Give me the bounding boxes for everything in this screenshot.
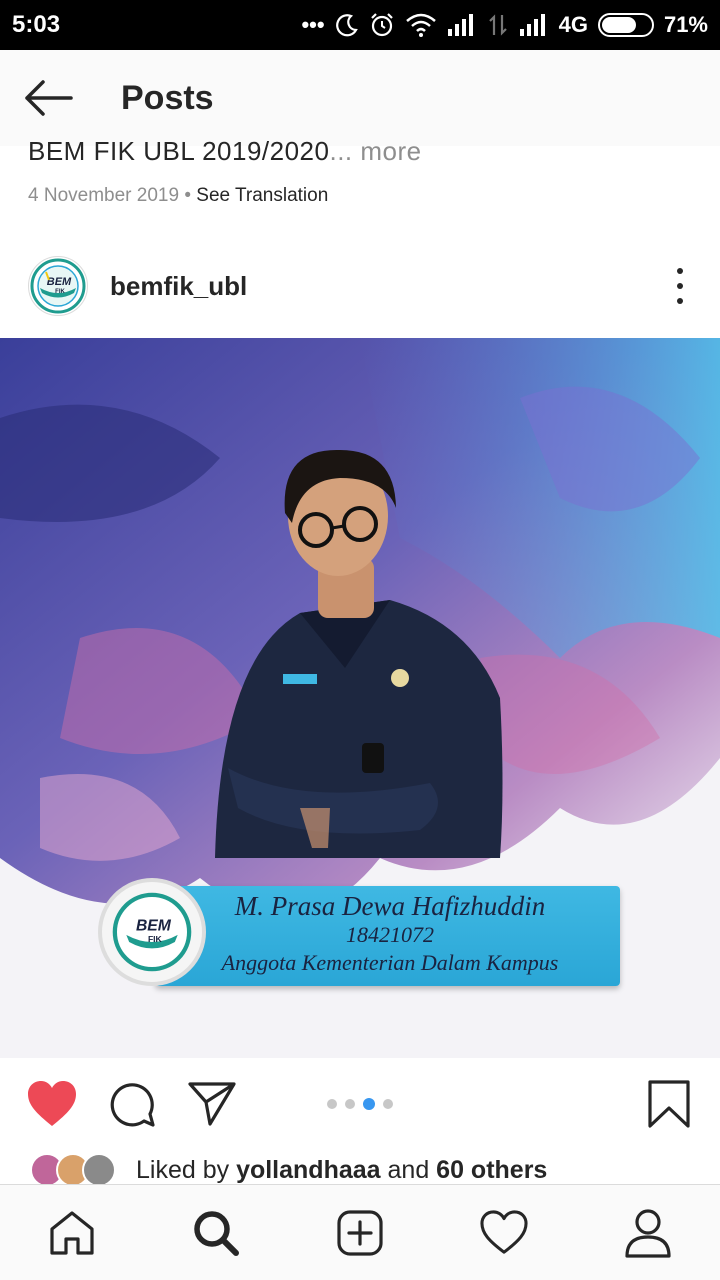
arrow-left-icon (25, 80, 73, 116)
previous-post-caption: BEM FIK UBL 2019/2020... more (28, 136, 422, 172)
back-button[interactable] (0, 50, 96, 146)
page-title: Posts (121, 78, 214, 117)
likes-middle: and (380, 1155, 437, 1184)
app-header: Posts (0, 50, 720, 146)
dot-icon (677, 298, 683, 304)
post-image[interactable]: BEM FIK M. Prasa Dewa Hafizhuddin 184210… (0, 338, 720, 1058)
bookmark-icon[interactable] (648, 1080, 690, 1128)
separator: • (179, 185, 197, 206)
person-role: Anggota Kementerian Dalam Kampus (221, 950, 559, 975)
more-link[interactable]: ... more (329, 136, 421, 166)
status-icons: ••• 4G 71% (301, 12, 708, 38)
alarm-icon (370, 13, 393, 37)
bottom-nav (0, 1184, 720, 1280)
likes-row[interactable]: Liked by yollandhaaa and 60 others (30, 1152, 547, 1188)
network-type: 4G (558, 12, 588, 37)
signal-icon (447, 14, 473, 36)
nav-home[interactable] (24, 1185, 120, 1280)
nav-new-post[interactable] (312, 1185, 408, 1280)
nav-search[interactable] (168, 1185, 264, 1280)
liker-username[interactable]: yollandhaaa (236, 1156, 381, 1184)
carousel-indicator (327, 1098, 393, 1110)
previous-post-meta: 4 November 2019 • See Translation (28, 185, 328, 207)
like-heart-icon[interactable] (26, 1080, 78, 1128)
signal-icon-2 (519, 14, 545, 36)
home-icon (50, 1210, 94, 1255)
caption-text: BEM FIK UBL 2019/2020 (28, 136, 330, 166)
wifi-icon (405, 13, 436, 37)
search-icon (194, 1210, 239, 1256)
comment-icon[interactable] (108, 1080, 156, 1128)
post-header: BEM FIK bemfik_ubl (0, 250, 720, 322)
more-options-button[interactable] (672, 268, 688, 304)
nav-activity[interactable] (456, 1185, 552, 1280)
logo-subtext: FIK (55, 289, 65, 295)
bem-fik-logo: BEM FIK (30, 258, 86, 314)
moon-icon (335, 14, 358, 37)
battery-level (601, 17, 637, 33)
carousel-dot (383, 1099, 393, 1109)
post-actions (0, 1074, 720, 1134)
share-icon[interactable] (188, 1080, 236, 1128)
battery-icon (597, 13, 654, 37)
post-date: 4 November 2019 (28, 185, 180, 206)
status-bar: 5:03 ••• 4G 71% (0, 0, 720, 50)
likes-others[interactable]: 60 others (436, 1156, 547, 1184)
more-notifications-icon: ••• (301, 12, 325, 37)
banner-text: M. Prasa Dewa Hafizhuddin 18421072 Anggo… (160, 890, 620, 978)
carousel-dot (327, 1099, 337, 1109)
likes-text: Liked by yollandhaaa and 60 others (136, 1156, 547, 1185)
likes-prefix: Liked by (136, 1155, 237, 1184)
avatar[interactable]: BEM FIK (28, 256, 88, 316)
liker-avatars (30, 1153, 116, 1187)
dot-icon (677, 283, 683, 289)
status-time: 5:03 (12, 11, 61, 38)
carousel-dot-active (363, 1098, 375, 1110)
carousel-dot (345, 1099, 355, 1109)
see-translation-link[interactable]: See Translation (196, 185, 328, 206)
person-id: 18421072 (346, 922, 434, 947)
add-post-icon (337, 1209, 383, 1256)
activity-heart-icon (480, 1209, 528, 1254)
profile-icon (625, 1208, 671, 1258)
data-transfer-icon (488, 14, 507, 36)
dot-icon (677, 268, 683, 274)
person-name: M. Prasa Dewa Hafizhuddin (234, 891, 546, 921)
username[interactable]: bemfik_ubl (110, 271, 247, 302)
liker-avatar (82, 1153, 116, 1187)
logo-text: BEM (47, 276, 72, 288)
battery-percent: 71% (663, 12, 708, 37)
nav-profile[interactable] (600, 1185, 696, 1280)
